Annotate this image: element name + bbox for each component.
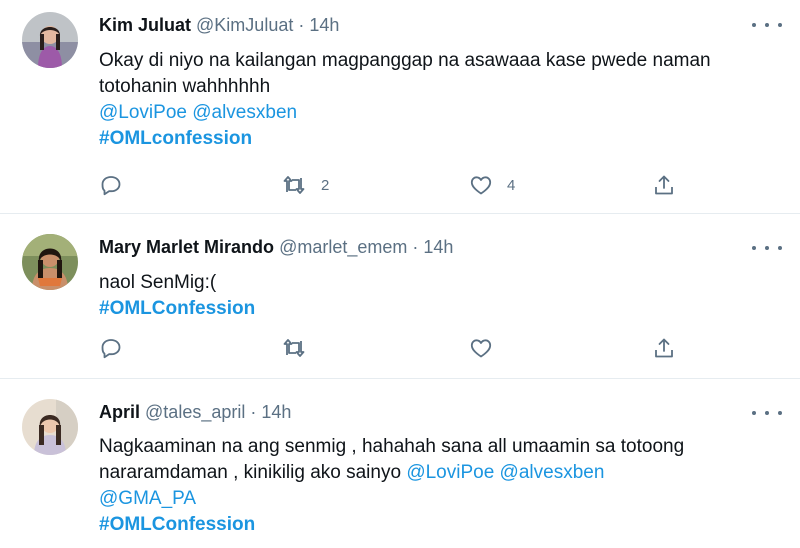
hashtag-link[interactable]: #OMLConfession	[99, 512, 684, 538]
more-icon[interactable]	[752, 240, 782, 256]
retweet-count: 2	[321, 176, 330, 194]
separator-dot: ·	[412, 237, 419, 257]
share-icon	[655, 175, 673, 195]
more-icon[interactable]	[752, 405, 782, 421]
hashtag-link[interactable]: #OMLconfession	[99, 126, 711, 152]
like-button[interactable]	[469, 336, 507, 360]
like-button[interactable]: 4	[469, 173, 515, 197]
tweet-actions	[99, 336, 699, 360]
separator-dot: ·	[250, 402, 257, 422]
avatar[interactable]	[22, 234, 78, 290]
timestamp[interactable]: 14h	[423, 237, 453, 257]
heart-icon	[470, 339, 492, 358]
reply-icon	[101, 339, 121, 359]
hashtag-link[interactable]: #OMLConfession	[99, 296, 255, 322]
mention-link[interactable]: @GMA_PA	[99, 486, 684, 512]
tweet-text-line: Nagkaaminan na ang senmig , hahahah sana…	[99, 436, 685, 457]
timestamp[interactable]: 14h	[309, 15, 339, 35]
user-handle[interactable]: @tales_april	[145, 402, 245, 422]
share-button[interactable]	[652, 173, 676, 197]
avatar[interactable]	[22, 12, 78, 68]
more-icon[interactable]	[752, 17, 782, 33]
user-handle[interactable]: @KimJuluat	[196, 15, 293, 35]
tweet-text-line: naol SenMig:(	[99, 272, 217, 293]
tweet[interactable]: Mary Marlet Mirando @marlet_emem · 14h n…	[0, 214, 800, 377]
tweet-text: Okay di niyo na kailangan magpanggap na …	[99, 48, 711, 152]
mention-link[interactable]: @LoviPoe	[406, 462, 494, 483]
tweet-text: Nagkaaminan na ang senmig , hahahah sana…	[99, 434, 684, 538]
display-name[interactable]: April	[99, 402, 140, 422]
tweet-header: Mary Marlet Mirando @marlet_emem · 14h	[99, 237, 453, 258]
share-button[interactable]	[652, 336, 676, 360]
tweet[interactable]: Kim Juluat @KimJuluat · 14h Okay di niyo…	[0, 0, 800, 213]
tweet-text-line: Okay di niyo na kailangan magpanggap na …	[99, 50, 711, 71]
retweet-button[interactable]: 2	[281, 173, 329, 197]
tweet-text: naol SenMig:( #OMLConfession	[99, 270, 255, 322]
like-count: 4	[507, 176, 516, 194]
tweet[interactable]: April @tales_april · 14h Nagkaaminan na …	[0, 379, 800, 548]
user-handle[interactable]: @marlet_emem	[279, 237, 407, 257]
tweet-header: April @tales_april · 14h	[99, 402, 291, 423]
separator-dot: ·	[298, 15, 305, 35]
retweet-icon	[283, 339, 305, 357]
display-name[interactable]: Kim Juluat	[99, 15, 191, 35]
mention-link[interactable]: @alvesxben	[192, 102, 297, 123]
retweet-icon	[283, 176, 305, 194]
reply-button[interactable]	[99, 336, 137, 360]
mention-link[interactable]: @alvesxben	[500, 462, 605, 483]
tweet-header: Kim Juluat @KimJuluat · 14h	[99, 15, 339, 36]
reply-button[interactable]	[99, 173, 137, 197]
avatar[interactable]	[22, 399, 78, 455]
tweet-text-line: nararamdaman , kinikilig ako sainyo	[99, 462, 407, 483]
mention-link[interactable]: @LoviPoe	[99, 102, 187, 123]
timestamp[interactable]: 14h	[261, 402, 291, 422]
reply-icon	[101, 176, 121, 196]
retweet-button[interactable]	[281, 336, 321, 360]
tweet-actions: 2 4	[99, 173, 699, 197]
share-icon	[655, 338, 673, 358]
heart-icon	[470, 176, 492, 195]
tweet-text-line: totohanin wahhhhhh	[99, 76, 271, 97]
display-name[interactable]: Mary Marlet Mirando	[99, 237, 274, 257]
